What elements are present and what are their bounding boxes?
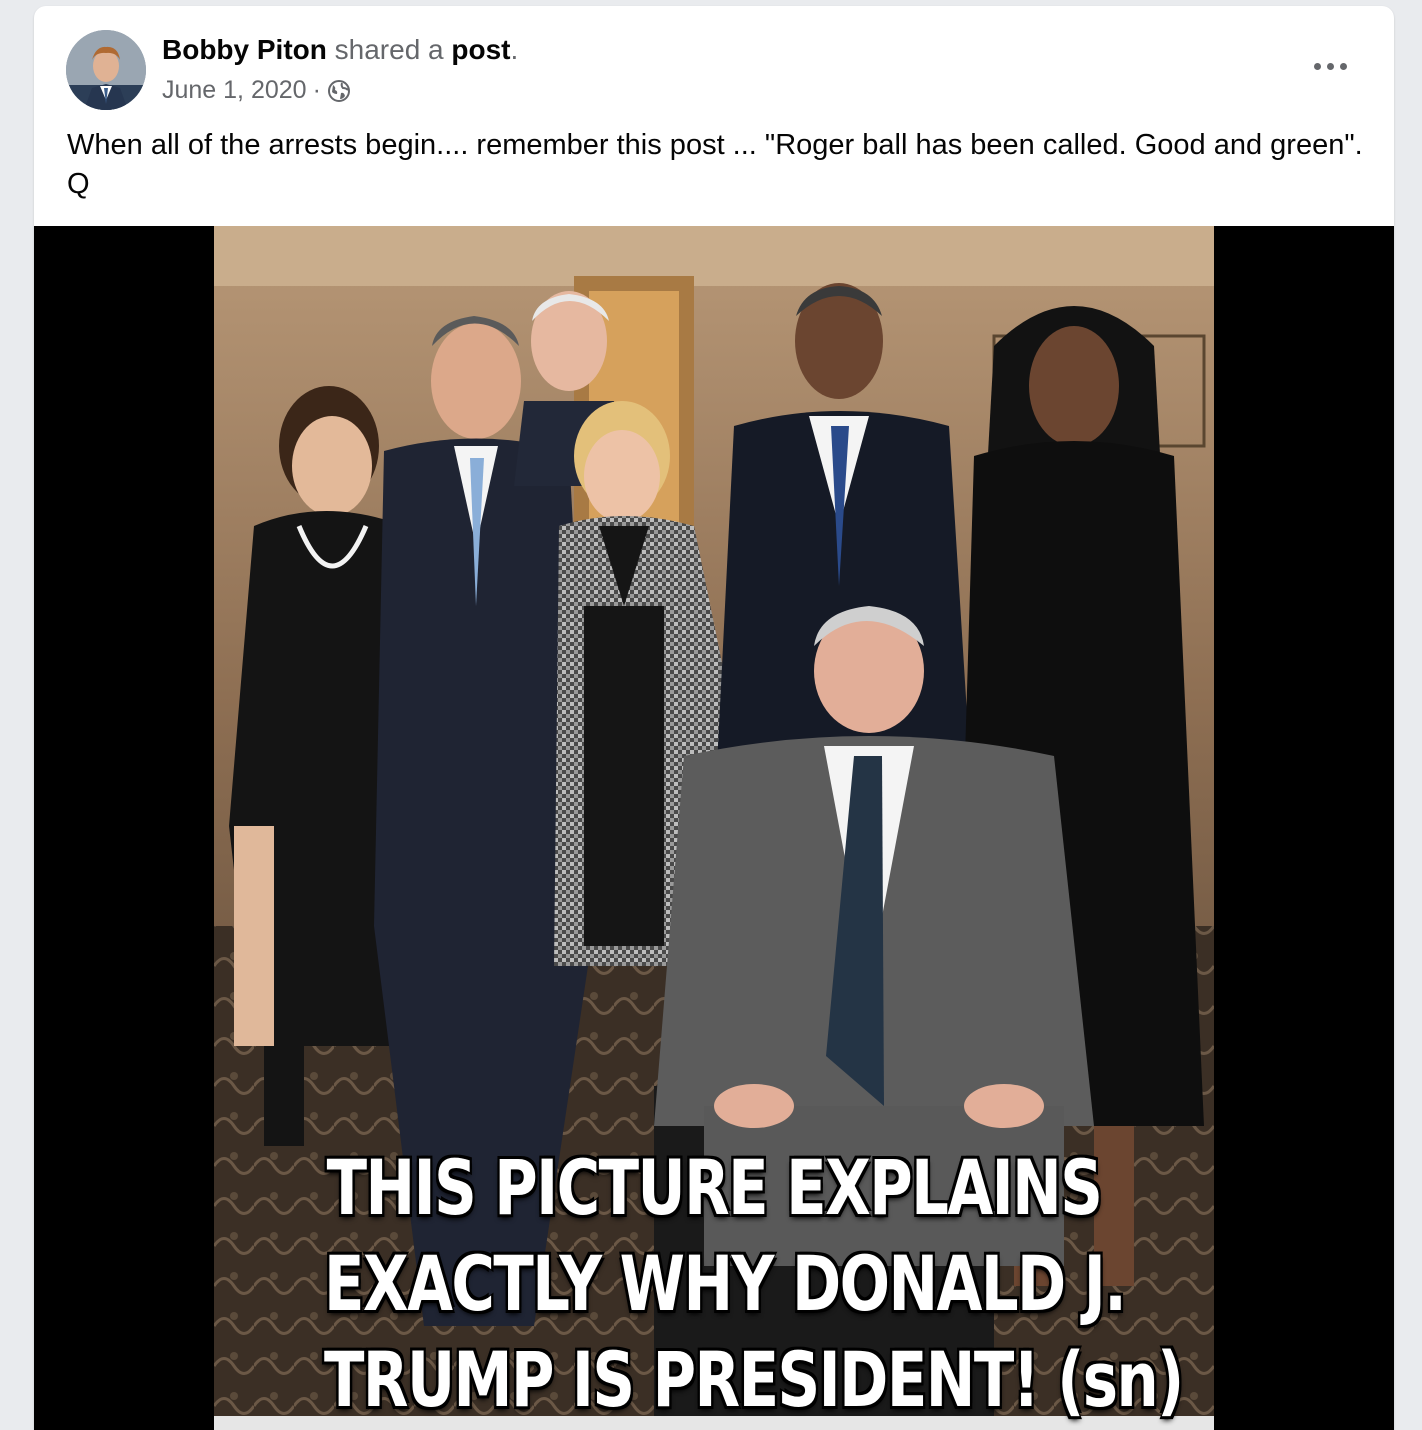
post-meta: June 1, 2020 · [162, 76, 351, 105]
more-options-icon[interactable] [1306, 46, 1354, 86]
post-card: Bobby Piton shared a post. June 1, 2020 … [34, 6, 1394, 1430]
post-link[interactable]: post [451, 34, 510, 65]
more-dot [1313, 62, 1321, 70]
meta-separator: · [312, 76, 321, 104]
more-dot [1326, 62, 1334, 70]
post-header: Bobby Piton shared a post. June 1, 2020 … [34, 6, 1394, 116]
author-line: Bobby Piton shared a post. [162, 34, 518, 66]
globe-icon[interactable] [327, 79, 351, 103]
author-name[interactable]: Bobby Piton [162, 34, 327, 65]
caption-line-3: TRUMP IS PRESIDENT! (sn) [324, 1335, 1184, 1424]
more-dot [1339, 62, 1347, 70]
post-body: When all of the arrests begin.... rememb… [67, 129, 1363, 200]
caption-line-1: THIS PICTURE EXPLAINS [326, 1143, 1103, 1232]
shared-text: shared a [334, 34, 444, 65]
author-avatar[interactable] [66, 30, 146, 110]
period: . [510, 34, 519, 65]
caption-line-2: EXACTLY WHY DONALD J. [324, 1239, 1127, 1328]
post-media[interactable]: THIS PICTURE EXPLAINS EXACTLY WHY DONALD… [34, 226, 1394, 1430]
image-caption: THIS PICTURE EXPLAINS EXACTLY WHY DONALD… [324, 1140, 1184, 1430]
post-date[interactable]: June 1, 2020 [162, 76, 307, 105]
post-photo[interactable]: THIS PICTURE EXPLAINS EXACTLY WHY DONALD… [214, 226, 1214, 1430]
